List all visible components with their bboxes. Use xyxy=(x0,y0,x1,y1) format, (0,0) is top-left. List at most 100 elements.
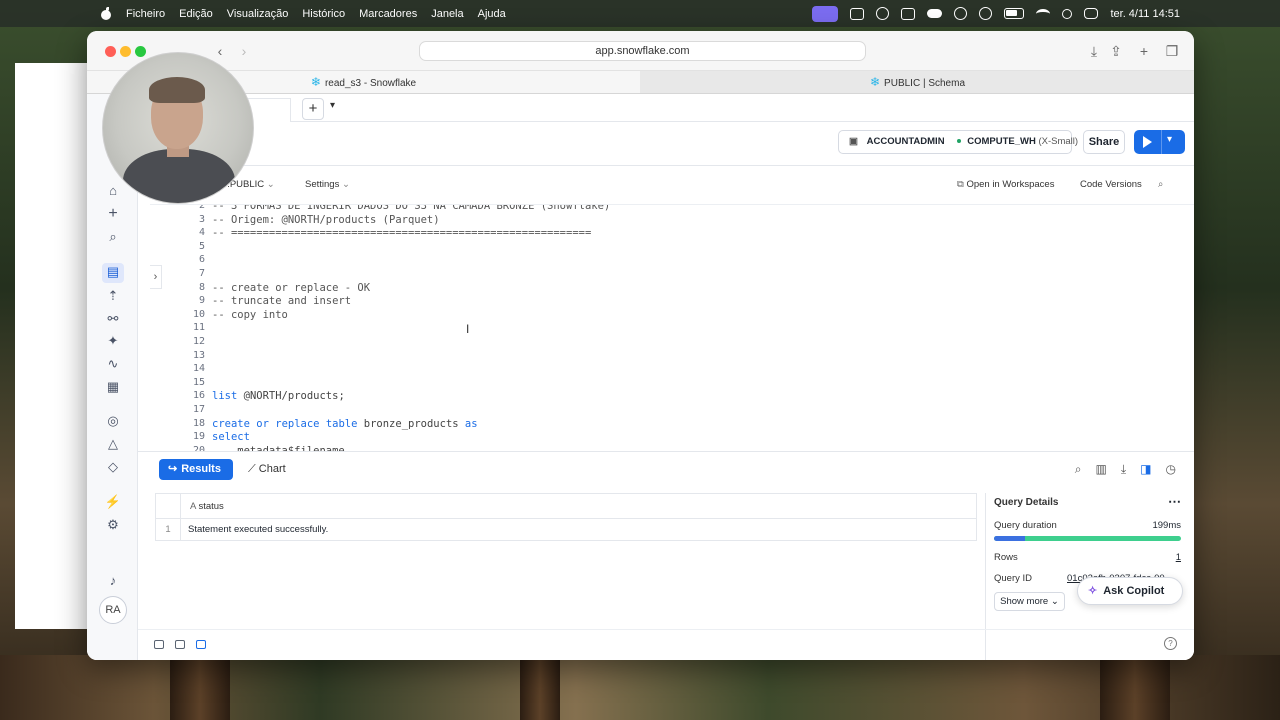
cloud-icon[interactable] xyxy=(927,9,943,18)
menu-item-janela[interactable]: Janela xyxy=(431,8,463,20)
code-line: -- 3 FORMAS DE INGERIR DADOS DO S3 NA CA… xyxy=(212,204,611,212)
minimize-window-button[interactable] xyxy=(120,46,131,57)
moon-icon[interactable] xyxy=(876,7,890,20)
wifi-icon[interactable] xyxy=(1036,8,1051,19)
chevron-down-icon[interactable]: ▾ xyxy=(330,100,335,111)
zoom-window-button[interactable] xyxy=(135,46,146,57)
settings-menu[interactable]: Settings ⌄ xyxy=(305,179,350,190)
marketplace-icon[interactable]: ▦ xyxy=(104,378,122,396)
code-line: -- copy into xyxy=(212,308,288,321)
screen-share-icon[interactable] xyxy=(812,5,839,22)
query-details-title-text: Query Details xyxy=(994,497,1059,508)
chart-tab[interactable]: ⟋ Chart xyxy=(248,459,286,480)
ai-ml-icon[interactable]: ✦ xyxy=(104,332,122,350)
forward-icon[interactable]: › xyxy=(237,44,251,58)
toggle-sidebar-icon[interactable] xyxy=(154,640,164,649)
code-line: create or replace table bronze_products … xyxy=(212,417,478,430)
share-icon[interactable]: ⇪ xyxy=(1109,44,1123,58)
sql-editor[interactable]: › 2 -- 3 FORMAS DE INGERIR DADOS DO S3 NA… xyxy=(150,204,1194,451)
settings-label: Settings xyxy=(305,179,340,190)
search-icon[interactable]: ⌕ xyxy=(1158,179,1163,190)
browser-tab-schema[interactable]: ❄ PUBLIC | Schema xyxy=(641,71,1194,93)
show-more-button[interactable]: Show more ⌄ xyxy=(994,592,1065,611)
ask-copilot-button[interactable]: ✧ Ask Copilot xyxy=(1077,577,1183,605)
share-button[interactable]: Share xyxy=(1083,130,1125,154)
notifications-icon[interactable]: ♪ xyxy=(104,572,122,590)
transform-icon[interactable]: ⚯ xyxy=(104,310,122,328)
menu-item-historico[interactable]: Histórico xyxy=(302,8,345,20)
line-number: 2 xyxy=(198,204,205,211)
home-icon[interactable]: ⌂ xyxy=(104,182,122,200)
open-ws-label: Open in Workspaces xyxy=(966,179,1055,190)
network-icon[interactable] xyxy=(954,7,968,20)
download-icon[interactable]: ⤓ xyxy=(1087,44,1101,58)
code-line: -- =====================================… xyxy=(212,227,592,240)
tab-overview-icon[interactable]: ❐ xyxy=(1165,44,1179,58)
toggle-results-icon[interactable] xyxy=(196,640,206,649)
worksheets-icon[interactable]: ▤ xyxy=(102,263,124,283)
macos-menubar: Safari Ficheiro Edição Visualização Hist… xyxy=(0,0,1280,629)
monitoring-icon[interactable]: ∿ xyxy=(104,355,122,373)
rows-label: Rows xyxy=(994,552,1018,563)
menu-item-visualizacao[interactable]: Visualização xyxy=(227,8,289,20)
admin-icon[interactable]: ⚙ xyxy=(104,516,122,534)
add-worksheet-button[interactable]: + xyxy=(302,98,324,120)
copilot-icon: ✧ xyxy=(1088,585,1098,597)
line-number: 15 xyxy=(192,376,205,388)
code-line: -- create or replace - OK xyxy=(212,281,371,294)
play-icon xyxy=(1143,136,1152,148)
details-pane-icon[interactable]: ◨ xyxy=(1140,462,1151,477)
url-text: app.snowflake.com xyxy=(595,45,690,57)
menu-item-ficheiro[interactable]: Ficheiro xyxy=(126,8,165,20)
open-in-workspaces-link[interactable]: ⧉ Open in Workspaces xyxy=(957,179,1054,190)
create-icon[interactable]: + xyxy=(104,205,122,223)
close-window-button[interactable] xyxy=(105,46,116,57)
help-icon[interactable]: ? xyxy=(1164,637,1177,650)
media-icon[interactable] xyxy=(901,7,916,20)
snowflake-app: ⌂ + ⌕ ▤ ⇡ ⚯ ✦ ∿ ▦ ◎ △ ◇ ⚡ ⚙ ♪ RA + ▾ ▣ A… xyxy=(87,94,1194,660)
table-row[interactable]: 1 Statement executed successfully. xyxy=(156,519,976,541)
code-line: select xyxy=(212,431,250,444)
more-options-icon[interactable]: ⋯ xyxy=(1168,494,1181,510)
run-button[interactable]: ▾ xyxy=(1134,130,1185,154)
projects-icon[interactable]: ⚡ xyxy=(104,493,122,511)
rows-value[interactable]: 1 xyxy=(1176,552,1181,563)
horizon-icon[interactable]: △ xyxy=(104,435,122,453)
menu-item-ajuda[interactable]: Ajuda xyxy=(478,8,506,20)
line-number: 8 xyxy=(198,281,205,293)
menubar-clock[interactable]: ter. 4/11 14:51 xyxy=(1110,8,1180,20)
line-number: 18 xyxy=(192,417,205,429)
catalog-icon[interactable]: ◎ xyxy=(104,412,122,430)
role-warehouse-selector[interactable]: ▣ ACCOUNTADMIN COMPUTE_WH (X-Small) xyxy=(838,130,1078,154)
menu-item-marcadores[interactable]: Marcadores xyxy=(359,8,417,20)
layout-footer: ? xyxy=(138,629,1194,660)
data-ingest-icon[interactable]: ⇡ xyxy=(104,287,122,305)
chevron-down-icon[interactable]: ▾ xyxy=(1167,134,1172,145)
user-avatar[interactable]: RA xyxy=(99,596,127,624)
column-header[interactable]: A status xyxy=(156,494,976,519)
ask-copilot-label: Ask Copilot xyxy=(1103,585,1165,597)
governance-icon[interactable]: ◇ xyxy=(104,458,122,476)
battery-icon[interactable] xyxy=(1004,8,1025,19)
columns-icon[interactable]: ▥ xyxy=(1096,462,1107,477)
play-icon[interactable] xyxy=(979,7,993,20)
app-status-icon[interactable] xyxy=(850,7,865,20)
new-tab-icon[interactable]: + xyxy=(1137,44,1151,58)
search-icon[interactable]: ⌕ xyxy=(1075,462,1082,477)
warehouse-name: COMPUTE_WH xyxy=(967,136,1036,147)
toggle-editor-icon[interactable] xyxy=(175,640,185,649)
download-icon[interactable]: ⤓ xyxy=(1121,462,1126,477)
line-number: 12 xyxy=(192,336,205,347)
address-bar[interactable]: app.snowflake.com xyxy=(419,41,866,61)
history-icon[interactable]: ◷ xyxy=(1166,462,1176,477)
back-icon[interactable]: ‹ xyxy=(213,44,227,58)
code-versions-link[interactable]: Code Versions xyxy=(1080,179,1142,190)
control-center-icon[interactable] xyxy=(1084,8,1099,19)
line-number: 16 xyxy=(192,390,205,402)
menu-item-edicao[interactable]: Edição xyxy=(179,8,213,20)
spotlight-search-icon[interactable] xyxy=(1062,8,1073,19)
results-tab[interactable]: ↪ Results xyxy=(159,459,233,480)
apple-icon[interactable] xyxy=(100,7,112,20)
text-cursor-icon: I xyxy=(466,322,470,336)
search-icon[interactable]: ⌕ xyxy=(104,228,122,246)
